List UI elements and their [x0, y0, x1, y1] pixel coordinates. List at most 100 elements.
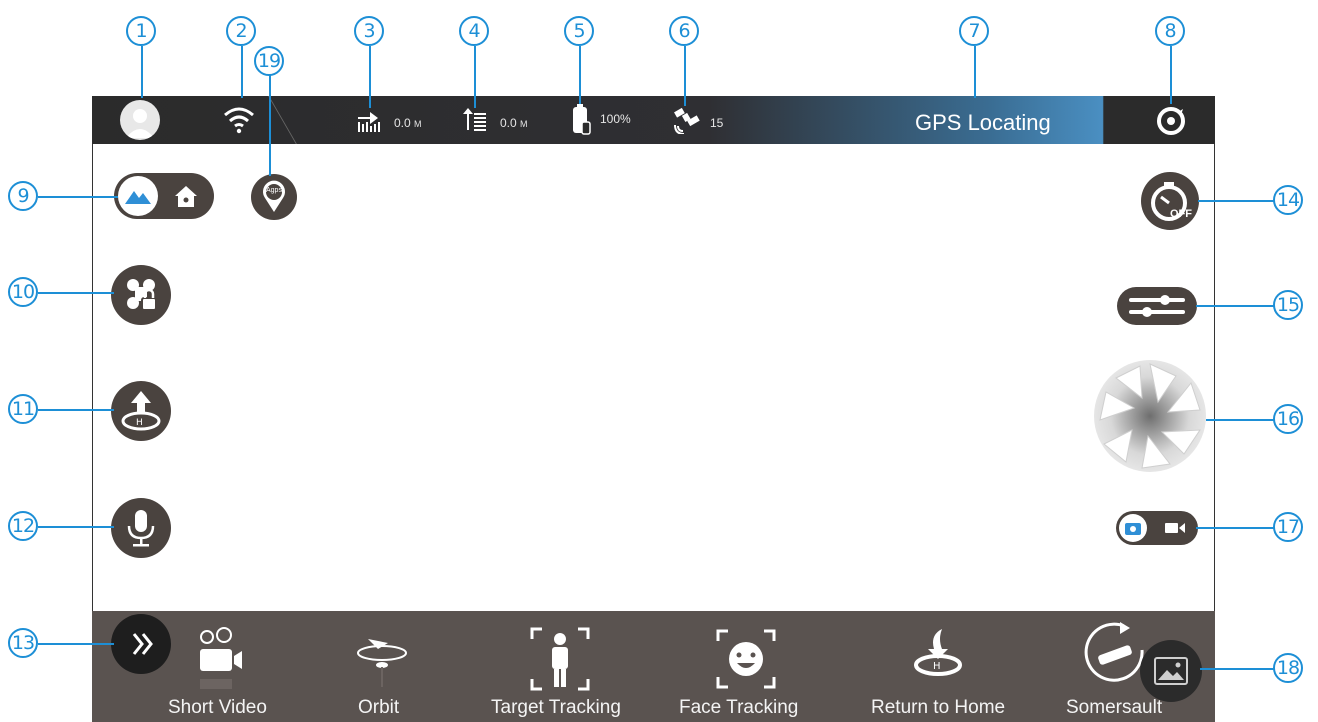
- shutter-button[interactable]: [1092, 358, 1208, 474]
- leader-line: [1198, 200, 1274, 202]
- camera-icon: [1125, 523, 1141, 535]
- callout-17: 17: [1273, 512, 1303, 542]
- leader-line: [369, 46, 371, 108]
- agps-pin-icon: [263, 180, 285, 212]
- timer-icon: [1151, 182, 1187, 221]
- user-icon: [126, 109, 154, 138]
- photo-video-toggle[interactable]: [1116, 511, 1198, 545]
- svg-text:H: H: [136, 418, 143, 428]
- timer-state: OFF: [1170, 208, 1192, 220]
- callout-13: 13: [8, 628, 38, 658]
- gps-status: GPS Locating: [915, 110, 1051, 135]
- map-view-button[interactable]: [118, 176, 158, 216]
- callout-6: 6: [669, 16, 699, 46]
- gallery-button[interactable]: [1140, 640, 1202, 702]
- leader-line: [269, 74, 271, 176]
- mode-label-short-video: Short Video: [168, 697, 267, 718]
- mode-orbit[interactable]: [348, 627, 418, 693]
- leader-line: [1200, 668, 1274, 670]
- callout-19: 19: [254, 46, 284, 76]
- agps-label: Agps: [266, 187, 282, 194]
- double-chevron-right-icon: [132, 633, 153, 655]
- leader-line: [684, 46, 686, 106]
- target-tracking-icon: [530, 627, 590, 691]
- microphone-icon: [127, 510, 155, 547]
- leader-line: [1196, 527, 1274, 529]
- status-divider: [268, 96, 297, 144]
- callout-12: 12: [8, 511, 38, 541]
- mode-label-target-tracking: Target Tracking: [491, 697, 621, 718]
- battery-value: 100%: [600, 112, 631, 126]
- leader-line: [241, 46, 243, 98]
- leader-line: [38, 409, 114, 411]
- adjust-settings-button[interactable]: [1117, 287, 1197, 325]
- map-home-toggle[interactable]: [114, 173, 214, 219]
- leader-line: [1170, 46, 1172, 104]
- callout-1: 1: [126, 16, 156, 46]
- callout-14: 14: [1273, 185, 1303, 215]
- distance-icon: [356, 108, 386, 132]
- home-view-button[interactable]: [172, 182, 200, 210]
- short-video-icon: [200, 627, 242, 689]
- timer-button[interactable]: OFF: [1141, 172, 1199, 230]
- callout-15: 15: [1273, 290, 1303, 320]
- motor-lock-button[interactable]: [111, 265, 171, 325]
- takeoff-icon: H: [121, 391, 161, 431]
- phone-battery-icon: [570, 104, 594, 136]
- mode-target-tracking[interactable]: [528, 625, 592, 693]
- leader-line: [1196, 305, 1274, 307]
- callout-5: 5: [564, 16, 594, 46]
- gallery-icon: [1154, 657, 1188, 685]
- distance-value: 0.0 M: [394, 116, 422, 130]
- takeoff-button[interactable]: H: [111, 381, 171, 441]
- leader-line: [38, 526, 114, 528]
- leader-line: [974, 46, 976, 98]
- mode-label-somersault: Somersault: [1066, 697, 1163, 718]
- svg-text:H: H: [933, 661, 941, 672]
- leader-line: [38, 196, 118, 198]
- leader-line: [474, 46, 476, 108]
- photo-mode-button[interactable]: [1119, 514, 1147, 542]
- leader-line: [579, 46, 581, 104]
- orbit-icon: [357, 639, 407, 687]
- mode-label-orbit: Orbit: [358, 697, 400, 718]
- callout-16: 16: [1273, 404, 1303, 434]
- satellite-count: 15: [710, 116, 724, 130]
- callout-18: 18: [1273, 653, 1303, 683]
- return-home-icon: H: [914, 629, 962, 676]
- altitude-icon: [460, 106, 488, 132]
- leader-line: [38, 643, 114, 645]
- leader-line: [1206, 419, 1274, 421]
- settings-icon: [1157, 107, 1185, 135]
- sliders-icon: [1129, 295, 1185, 317]
- leader-line: [38, 292, 114, 294]
- video-camera-icon: [1165, 523, 1185, 533]
- mode-return-home[interactable]: H: [908, 625, 968, 693]
- voice-control-button[interactable]: [111, 498, 171, 558]
- drone-lock-icon: [127, 279, 157, 311]
- aperture-icon: [1094, 360, 1206, 472]
- avatar[interactable]: [120, 100, 160, 140]
- satellite-icon: [672, 106, 702, 134]
- callout-8: 8: [1155, 16, 1185, 46]
- callout-10: 10: [8, 277, 38, 307]
- callout-2: 2: [226, 16, 256, 46]
- settings-button[interactable]: [1154, 104, 1188, 138]
- mode-face-tracking[interactable]: [714, 627, 778, 691]
- mode-label-return-home: Return to Home: [871, 697, 1006, 718]
- callout-9: 9: [8, 181, 38, 211]
- mode-label-face-tracking: Face Tracking: [679, 697, 799, 718]
- wifi-icon: [222, 104, 256, 134]
- expand-modes-button[interactable]: [111, 614, 171, 674]
- callout-7: 7: [959, 16, 989, 46]
- callout-11: 11: [8, 394, 38, 424]
- face-tracking-icon: [716, 629, 776, 689]
- mode-short-video[interactable]: [180, 625, 260, 695]
- callout-3: 3: [354, 16, 384, 46]
- home-icon: [175, 186, 197, 207]
- video-mode-button[interactable]: [1162, 518, 1188, 538]
- agps-button[interactable]: Agps: [251, 174, 297, 220]
- mountain-icon: [125, 191, 151, 204]
- altitude-value: 0.0 M: [500, 116, 528, 130]
- leader-line: [141, 46, 143, 98]
